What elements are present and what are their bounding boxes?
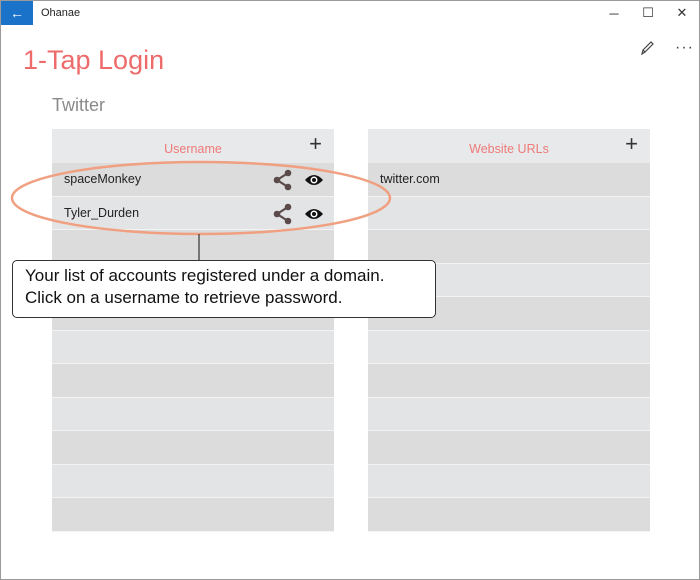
url-row [368,330,650,364]
username-row [52,498,334,532]
urls-header-label: Website URLs [469,142,549,156]
website-urls-panel: Website URLs + twitter.com [368,129,650,532]
page-title: 1-Tap Login [23,45,165,75]
eye-icon[interactable] [304,207,324,221]
url-row[interactable]: twitter.com [368,163,650,197]
window-controls: ─ ☐ ✕ [597,1,699,25]
username-panel-header: Username + [52,129,334,163]
username-row [52,364,334,398]
urls-panel-header: Website URLs + [368,129,650,163]
add-url-button[interactable]: + [625,133,638,155]
username-row [52,330,334,364]
username-row[interactable]: Tyler_Durden [52,196,334,230]
maximize-button[interactable]: ☐ [631,1,665,25]
url-row [368,196,650,230]
back-button[interactable]: ← [1,1,33,25]
more-icon[interactable]: ··· [675,39,694,57]
username-text[interactable]: spaceMonkey [64,172,141,186]
eye-icon[interactable] [304,173,324,187]
share-icon[interactable] [272,169,294,191]
back-arrow-icon: ← [10,5,24,21]
url-row [368,431,650,465]
username-header-label: Username [164,142,222,156]
url-text[interactable]: twitter.com [380,172,440,186]
username-row[interactable]: spaceMonkey [52,163,334,197]
pencil-icon[interactable] [639,39,655,57]
app-title: Ohanae [41,7,81,19]
close-button[interactable]: ✕ [665,1,699,25]
url-row [368,498,650,532]
annotation-callout: Your list of accounts registered under a… [12,260,436,318]
minimize-button[interactable]: ─ [597,1,631,25]
username-row [52,431,334,465]
url-row [368,230,650,264]
domain-title: Twitter [52,95,106,115]
url-row [368,397,650,431]
url-list: twitter.com [368,163,650,532]
url-row [368,364,650,398]
title-bar: ← Ohanae ─ ☐ ✕ [1,1,699,25]
username-row [52,397,334,431]
username-list: spaceMonkey Tyler_Durden [52,163,334,532]
callout-line-1: Your list of accounts registered under a… [25,266,385,285]
username-text[interactable]: Tyler_Durden [64,206,139,220]
callout-line-2: Click on a username to retrieve password… [25,288,343,307]
username-row [52,464,334,498]
username-row [52,230,334,264]
share-icon[interactable] [272,203,294,225]
username-panel: Username + spaceMonkey Tyler_Durden [52,129,334,532]
add-username-button[interactable]: + [309,133,322,155]
url-row [368,464,650,498]
